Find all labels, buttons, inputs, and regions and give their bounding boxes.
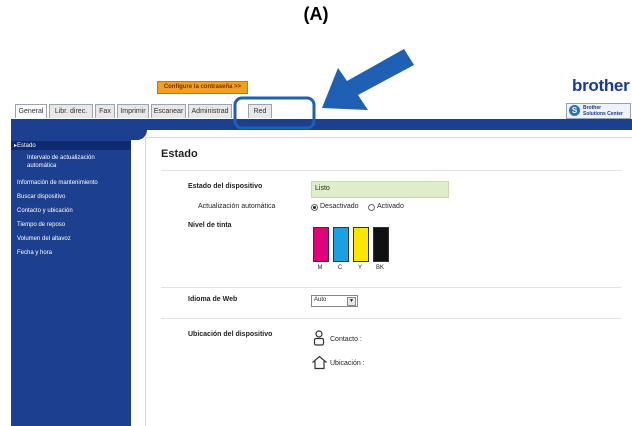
solutions-center-icon: S — [569, 105, 580, 116]
brother-logo: brother — [572, 76, 630, 95]
ink-label-black: BK — [375, 265, 384, 271]
device-status-label: Estado del dispositivo — [188, 183, 263, 190]
divider — [161, 318, 621, 319]
sidebar-item-status[interactable]: ▸Estado — [14, 142, 36, 149]
location-label: Ubicación : — [330, 360, 365, 367]
sidebar-item-maintenance[interactable]: Información de mantenimiento — [17, 180, 98, 186]
figure-caption: (A) — [303, 4, 329, 24]
tab-administrator[interactable]: Administrad — [188, 104, 232, 118]
web-language-value: Auto — [314, 297, 327, 303]
tab-print[interactable]: Imprimir — [117, 104, 149, 118]
tab-network[interactable]: Red — [248, 104, 272, 118]
divider — [161, 287, 621, 288]
ink-bar-black — [373, 227, 389, 262]
sidebar — [11, 130, 131, 426]
auto-refresh-off-label: Desactivado — [320, 203, 359, 210]
sidebar-item-speaker-volume[interactable]: Volumen del altavoz — [17, 236, 71, 242]
sidebar-item-refresh-interval[interactable]: Intervalo de actualización — [27, 155, 95, 161]
configure-password-button[interactable]: Configure la contraseña >> — [157, 81, 248, 94]
house-icon — [312, 355, 327, 370]
sidebar-item-refresh-interval-cont[interactable]: automática — [27, 163, 56, 169]
page-title: Estado — [161, 148, 198, 160]
solutions-center-button[interactable]: S Brother Solutions Center — [566, 103, 631, 119]
sidebar-item-date-time[interactable]: Fecha y hora — [17, 250, 52, 256]
ink-label-yellow: Y — [357, 265, 362, 271]
ink-bar-yellow — [353, 227, 369, 262]
tab-fax[interactable]: Fax — [95, 104, 115, 118]
contact-label: Contacto : — [330, 336, 362, 343]
auto-refresh-on-radio[interactable] — [368, 204, 375, 211]
sidebar-item-sleep-time[interactable]: Tiempo de reposo — [17, 222, 65, 228]
ink-label-magenta: M — [317, 265, 323, 271]
pointer-arrow-icon — [322, 49, 414, 110]
chevron-down-icon[interactable]: ▼ — [347, 297, 356, 306]
auto-refresh-label: Actualización automática — [198, 203, 276, 210]
tab-address-book[interactable]: Libr. direc. — [49, 104, 93, 118]
sidebar-item-find-device[interactable]: Buscar dispositivo — [17, 194, 65, 200]
header-band — [11, 119, 632, 130]
person-icon — [313, 330, 325, 346]
web-language-select[interactable]: Auto ▼ — [311, 295, 358, 307]
auto-refresh-on-label: Activado — [377, 203, 404, 210]
web-language-label: Idioma de Web — [188, 296, 238, 303]
main-panel — [131, 130, 632, 426]
panel-left-border — [145, 137, 146, 426]
panel-top-border — [145, 137, 632, 138]
solutions-center-line2: Solutions Center — [583, 111, 624, 117]
device-status-box — [311, 181, 449, 198]
auto-refresh-off-radio[interactable] — [311, 204, 318, 211]
device-status-value: Listo — [315, 185, 330, 192]
divider — [161, 170, 621, 171]
solutions-center-label: Brother Solutions Center — [583, 105, 623, 117]
tab-general[interactable]: General — [15, 104, 47, 118]
ink-label-cyan: C — [337, 265, 343, 271]
ink-level-label: Nivel de tinta — [188, 222, 232, 229]
ink-bar-magenta — [313, 227, 329, 262]
sidebar-item-contact-location[interactable]: Contacto y ubicación — [17, 208, 73, 214]
device-location-label: Ubicación del dispositivo — [188, 331, 273, 338]
tab-scan[interactable]: Escanear — [151, 104, 186, 118]
ink-bar-cyan — [333, 227, 349, 262]
